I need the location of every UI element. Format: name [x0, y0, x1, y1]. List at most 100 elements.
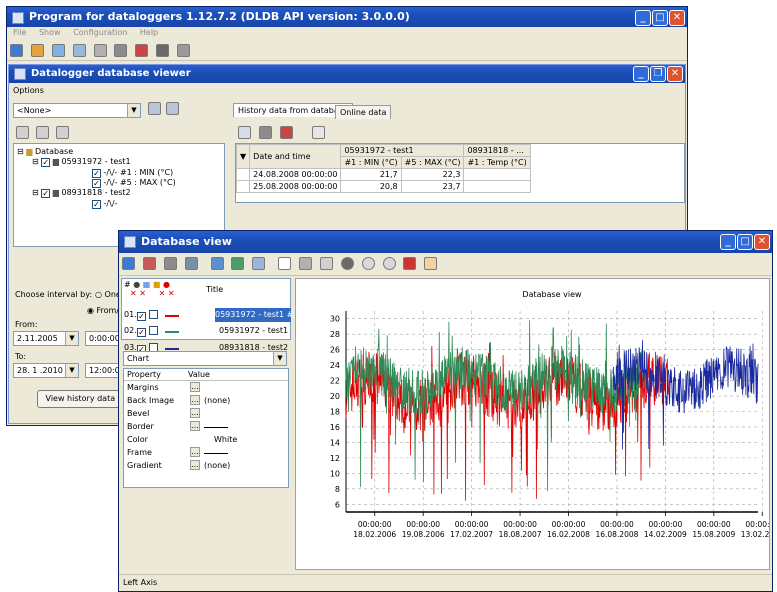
- grid-header-test1[interactable]: 05931972 - test1: [340, 144, 465, 157]
- grid-subheader-max[interactable]: #5 : MAX (°C): [400, 156, 465, 169]
- table-row[interactable]: 24.08.2008 00:00:00 21,7 22,3: [236, 168, 531, 181]
- tree-root[interactable]: ⊟ ▆ Database: [17, 147, 73, 156]
- menu-configuration[interactable]: Configuration: [73, 28, 127, 37]
- chart-panel: Database view 6 8 10 12 14 16 18 20 22 24 26 28 30 00:…: [295, 278, 770, 570]
- to-date-field[interactable]: 28. 1 .2010 ▼: [13, 363, 79, 378]
- options-label[interactable]: Options: [13, 86, 44, 95]
- db-close-button[interactable]: ✕: [754, 234, 770, 250]
- viewer-restore-button[interactable]: ❐: [650, 66, 666, 82]
- expand-icon[interactable]: [36, 126, 49, 139]
- edit-icon[interactable]: [299, 257, 312, 270]
- row-selector[interactable]: [236, 168, 251, 181]
- collapse-icon[interactable]: [56, 126, 69, 139]
- filter-settings-icon[interactable]: [166, 102, 179, 115]
- download-icon[interactable]: [30, 44, 44, 57]
- grid-header-datetime[interactable]: Date and time: [249, 144, 342, 169]
- viewer-minimize-button[interactable]: _: [633, 66, 649, 82]
- property-name-bevel[interactable]: Bevel: [127, 409, 149, 418]
- filter-add-icon[interactable]: [148, 102, 161, 115]
- property-header-name: Property: [127, 370, 161, 379]
- tab-online-data[interactable]: Online data: [335, 105, 392, 119]
- property-ellipsis-button[interactable]: …: [190, 408, 200, 418]
- viewer-title-bar[interactable]: Datalogger database viewer _ ❐ ✕: [9, 65, 685, 83]
- property-ellipsis-button[interactable]: …: [190, 460, 200, 470]
- grid-header-test2[interactable]: 08931818 - ...: [463, 144, 531, 157]
- interval-option-from-to[interactable]: ◉ From/t: [87, 306, 122, 315]
- print-preview-icon[interactable]: [184, 257, 198, 270]
- table-view-icon[interactable]: [238, 126, 251, 139]
- tree-icon[interactable]: [16, 126, 29, 139]
- tree-channel-max[interactable]: ✓ -/\/- #5 : MAX (°C): [92, 178, 176, 188]
- copy-icon[interactable]: [122, 257, 135, 270]
- property-name-frame[interactable]: Frame: [127, 448, 152, 457]
- row-selector[interactable]: [236, 180, 251, 193]
- property-ellipsis-button[interactable]: …: [190, 382, 200, 392]
- series-icon[interactable]: [210, 257, 224, 270]
- export-icon[interactable]: [279, 126, 293, 139]
- table-row[interactable]: 25.08.2008 00:00:00 20,8 23,7: [236, 180, 531, 193]
- grid-subheader-temp[interactable]: #1 : Temp (°C): [463, 156, 531, 169]
- zoom-out-icon[interactable]: [382, 257, 396, 270]
- zoom-3d-icon[interactable]: [252, 257, 266, 270]
- property-header-value: Value: [188, 370, 210, 379]
- db-maximize-button[interactable]: □: [737, 234, 753, 250]
- series-checkbox-1[interactable]: ✓: [137, 310, 158, 321]
- tree-channel-temp[interactable]: ✓ -/\/-: [92, 199, 117, 209]
- export-icon[interactable]: [135, 44, 149, 57]
- grid-subheader-min[interactable]: #1 : MIN (°C): [340, 156, 402, 169]
- menu-file[interactable]: File: [13, 28, 26, 37]
- close-button[interactable]: ✕: [669, 10, 685, 26]
- table-icon[interactable]: [72, 44, 86, 57]
- filter-combo[interactable]: <None> ▼: [13, 103, 141, 118]
- reset-zoom-icon[interactable]: [403, 257, 417, 270]
- tree-node-test1[interactable]: ⊟ ✓ ▆ 05931972 - test1: [32, 157, 131, 167]
- property-name-border[interactable]: Border: [127, 422, 154, 431]
- pan-hand-icon[interactable]: [424, 257, 438, 270]
- table-cell: 23,7: [400, 180, 465, 193]
- chart-icon[interactable]: [311, 126, 325, 139]
- property-name-back-image[interactable]: Back Image: [127, 396, 174, 405]
- x-tick-label-time: 00:00:00: [455, 520, 489, 529]
- zoom-in-icon[interactable]: [361, 257, 375, 270]
- menu-show[interactable]: Show: [39, 28, 61, 37]
- delete-icon[interactable]: [177, 44, 190, 57]
- export-data-icon[interactable]: [319, 257, 333, 270]
- series-header-title: Title: [206, 285, 224, 294]
- series-label-2[interactable]: 05931972 - test1 #: [219, 326, 291, 335]
- property-name-gradient[interactable]: Gradient: [127, 461, 162, 470]
- axis-icon[interactable]: [231, 257, 245, 270]
- settings-icon[interactable]: [156, 44, 170, 57]
- connect-icon[interactable]: [10, 44, 23, 57]
- pointer-icon[interactable]: [278, 257, 292, 270]
- chevron-down-icon: ▼: [65, 332, 78, 345]
- from-date-field[interactable]: 2.11.2005 ▼: [13, 331, 79, 346]
- database-icon[interactable]: [51, 44, 65, 57]
- table-cell: [463, 168, 531, 181]
- menu-help[interactable]: Help: [140, 28, 158, 37]
- zoom-icon[interactable]: [340, 257, 354, 270]
- db-title-bar[interactable]: Database view _ □ ✕: [119, 231, 772, 253]
- save-icon[interactable]: [142, 257, 156, 270]
- property-ellipsis-button[interactable]: …: [190, 395, 200, 405]
- property-name-color[interactable]: Color: [127, 435, 148, 444]
- tree-channel-min[interactable]: ✓ -/\/- #1 : MIN (°C): [92, 168, 173, 178]
- print-icon[interactable]: [258, 126, 272, 139]
- property-name-margins[interactable]: Margins: [127, 383, 159, 392]
- print-icon[interactable]: [114, 44, 128, 57]
- main-title-bar[interactable]: Program for dataloggers 1.12.7.2 (DLDB A…: [7, 7, 687, 27]
- series-checkbox-2[interactable]: ✓: [137, 326, 158, 337]
- maximize-button[interactable]: □: [652, 10, 668, 26]
- property-ellipsis-button[interactable]: …: [190, 421, 200, 431]
- series-label-1[interactable]: 05931972 - test1 #: [215, 308, 291, 322]
- property-ellipsis-button[interactable]: …: [190, 447, 200, 457]
- print-icon[interactable]: [163, 257, 177, 270]
- db-minimize-button[interactable]: _: [720, 234, 736, 250]
- minimize-button[interactable]: _: [635, 10, 651, 26]
- viewer-close-button[interactable]: ✕: [667, 66, 683, 82]
- y-tick-label: 20: [330, 392, 340, 401]
- chart-svg[interactable]: Database view 6 8 10 12 14 16 18 20 22 24 26 28 30 00:…: [296, 279, 769, 569]
- view-history-button[interactable]: View history data f: [37, 390, 129, 408]
- property-object-combo[interactable]: Chart ▼: [123, 351, 287, 366]
- tree-node-test2[interactable]: ⊟ ✓ ▆ 08931818 - test2: [32, 188, 131, 198]
- grid-icon[interactable]: [93, 44, 107, 57]
